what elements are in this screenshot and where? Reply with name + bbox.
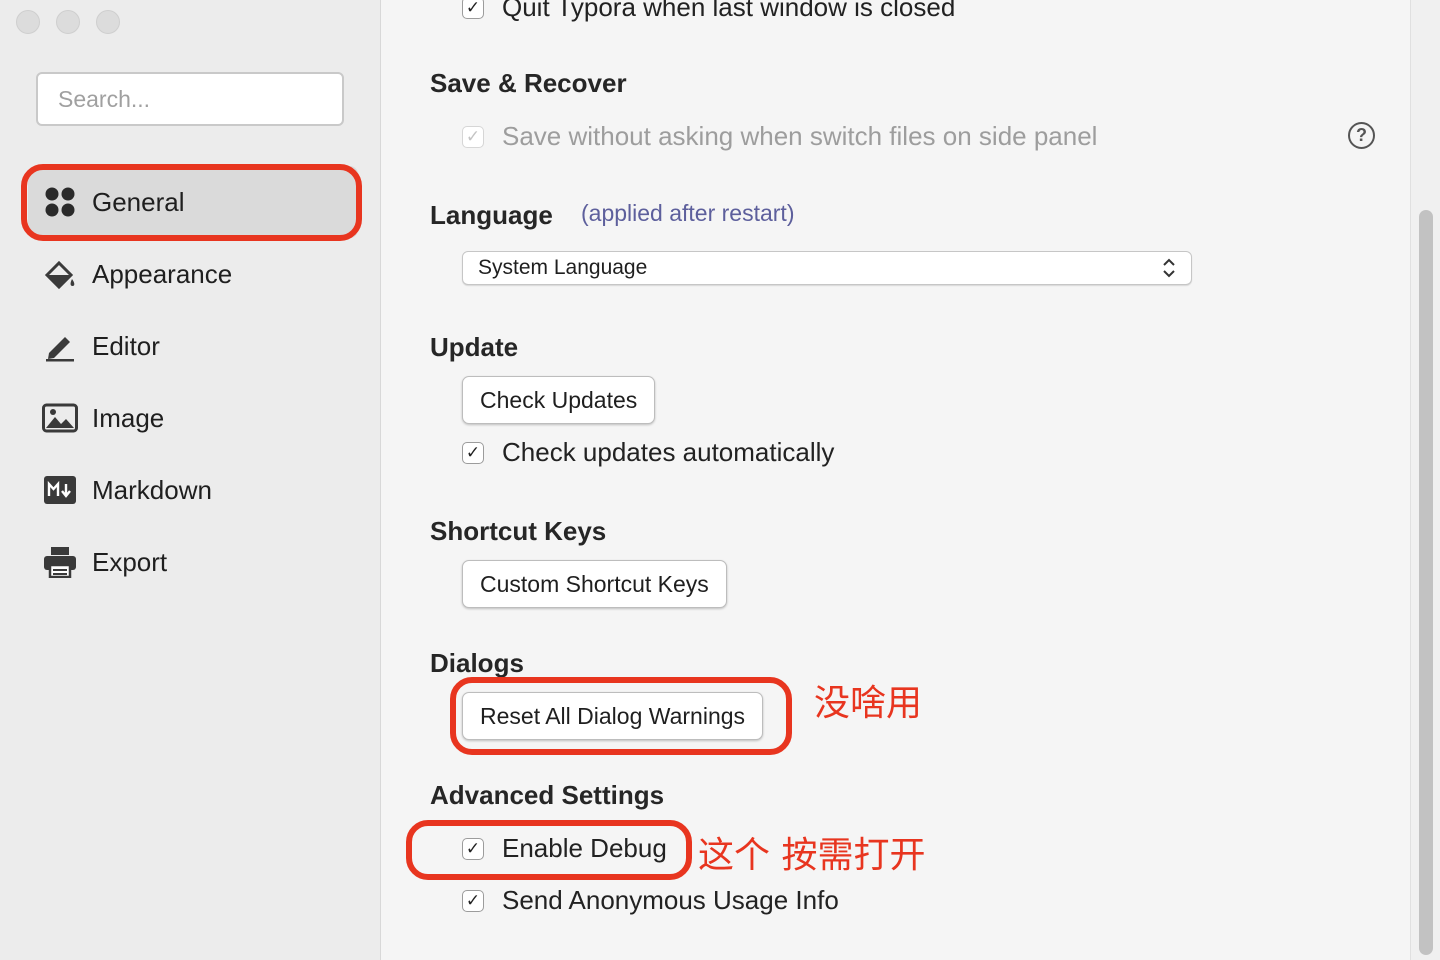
section-heading-save-recover: Save & Recover: [430, 68, 627, 98]
reset-dialog-warnings-button[interactable]: Reset All Dialog Warnings: [462, 692, 764, 740]
section-heading-advanced-settings: Advanced Settings: [430, 780, 665, 810]
search-input[interactable]: [36, 72, 344, 126]
sidebar-nav: General Appearance Editor Image Markdown…: [28, 166, 358, 598]
sidebar-item-general[interactable]: General: [28, 166, 358, 238]
section-heading-update: Update: [430, 332, 519, 362]
custom-shortcut-keys-button[interactable]: Custom Shortcut Keys: [462, 560, 727, 608]
minimize-window-button[interactable]: [56, 10, 80, 34]
settings-panel: ✓ Quit Typora when last window is closed…: [381, 0, 1410, 960]
sidebar-item-appearance[interactable]: Appearance: [28, 238, 358, 310]
section-heading-dialogs: Dialogs: [430, 648, 524, 678]
annotation-note-debug: 这个 按需打开: [698, 835, 926, 876]
language-restart-note: (applied after restart): [581, 200, 795, 226]
save-without-asking-option: ✓ Save without asking when switch files …: [462, 121, 1097, 152]
send-usage-info-option[interactable]: ✓ Send Anonymous Usage Info: [462, 885, 839, 916]
option-label: Send Anonymous Usage Info: [502, 885, 839, 915]
zoom-window-button[interactable]: [96, 10, 120, 34]
language-select-value: System Language: [478, 256, 648, 279]
sidebar-item-image[interactable]: Image: [28, 382, 358, 454]
sidebar-item-label: Editor: [92, 330, 160, 361]
section-heading-shortcut-keys: Shortcut Keys: [430, 516, 607, 546]
grid-icon: [42, 184, 78, 220]
checkbox-checked-icon[interactable]: ✓: [462, 889, 484, 912]
sidebar-item-export[interactable]: Export: [28, 526, 358, 598]
check-updates-button[interactable]: Check Updates: [462, 376, 656, 424]
checkbox-checked-icon: ✓: [462, 125, 484, 148]
language-select[interactable]: System Language: [462, 251, 1192, 285]
help-icon[interactable]: ?: [1348, 122, 1375, 149]
scrollbar-thumb[interactable]: [1419, 210, 1433, 955]
chevron-up-down-icon: [1162, 257, 1176, 279]
option-label: Enable Debug: [502, 833, 667, 863]
sidebar-item-label: Appearance: [92, 258, 233, 289]
sidebar-item-label: Image: [92, 402, 165, 433]
sidebar-item-label: Markdown: [92, 474, 212, 505]
sidebar-item-label: Export: [92, 546, 168, 577]
annotation-note-dialogs: 没啥用: [814, 683, 923, 724]
checkbox-checked-icon[interactable]: ✓: [462, 0, 484, 19]
sidebar-item-markdown[interactable]: Markdown: [28, 454, 358, 526]
image-icon: [42, 400, 78, 436]
paint-bucket-icon: [42, 256, 78, 292]
sidebar-item-label: General: [92, 186, 185, 217]
option-label: Check updates automatically: [502, 437, 835, 467]
section-heading-language: Language: [430, 200, 553, 230]
window-controls: [16, 10, 120, 34]
checkbox-checked-icon[interactable]: ✓: [462, 441, 484, 464]
enable-debug-option[interactable]: ✓ Enable Debug: [462, 833, 667, 864]
scrollbar[interactable]: [1410, 0, 1440, 960]
sidebar-item-editor[interactable]: Editor: [28, 310, 358, 382]
close-window-button[interactable]: [16, 10, 40, 34]
markdown-icon: [42, 472, 78, 508]
checkbox-checked-icon[interactable]: ✓: [462, 837, 484, 860]
printer-icon: [42, 544, 78, 580]
sidebar: General Appearance Editor: [0, 0, 381, 960]
quit-when-closed-option[interactable]: ✓ Quit Typora when last window is closed: [462, 0, 955, 23]
option-label: Save without asking when switch files on…: [502, 121, 1098, 151]
check-updates-automatically-option[interactable]: ✓ Check updates automatically: [462, 437, 834, 468]
option-label: Quit Typora when last window is closed: [502, 0, 956, 22]
pencil-icon: [42, 328, 78, 364]
